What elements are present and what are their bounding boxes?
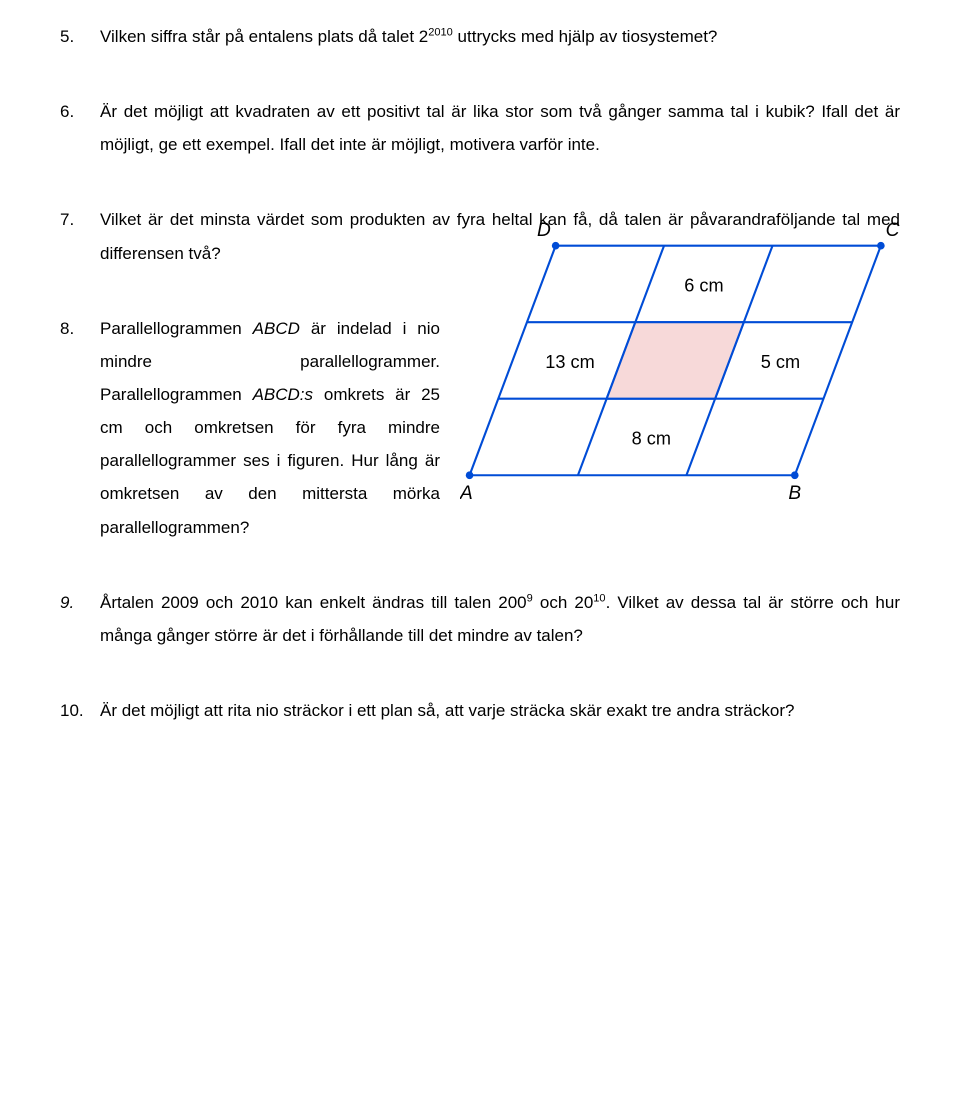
vertex-a: A — [460, 483, 473, 504]
problem-text: Årtalen 2009 och 2010 kan enkelt ändras … — [100, 586, 900, 652]
text-part: Årtalen 2009 och 2010 kan enkelt ändras … — [100, 593, 527, 612]
problem-number: 7. — [60, 203, 100, 269]
dim-8cm: 8 cm — [632, 428, 671, 448]
vertex-d: D — [537, 220, 551, 241]
text-part: omkrets är 25 cm och omkretsen för fyra … — [100, 385, 440, 537]
text-part: Vilken siffra står på entalens plats då … — [100, 27, 428, 46]
dim-5cm: 5 cm — [761, 352, 800, 372]
problem-text: Parallellogrammen ABCD är indelad i nio … — [100, 312, 440, 544]
problem-number: 8. — [60, 312, 100, 544]
problem-6: 6. Är det möjligt att kvadraten av ett p… — [60, 95, 900, 161]
page-content: 5. Vilken siffra står på entalens plats … — [0, 0, 960, 809]
dim-6cm: 6 cm — [684, 275, 723, 295]
diagram-svg: D C A B 6 cm 13 cm 5 cm 8 cm — [460, 217, 900, 514]
exponent: 10 — [593, 592, 605, 604]
problem-number: 5. — [60, 20, 100, 53]
exponent: 2010 — [428, 26, 453, 38]
text-part: Parallellogrammen — [100, 319, 253, 338]
parallelogram-diagram: D C A B 6 cm 13 cm 5 cm 8 cm — [460, 217, 900, 525]
problem-text: Är det möjligt att rita nio sträckor i e… — [100, 694, 900, 727]
vertex-b: B — [788, 483, 801, 504]
problem-text: Är det möjligt att kvadraten av ett posi… — [100, 95, 900, 161]
problem-10: 10. Är det möjligt att rita nio sträckor… — [60, 694, 900, 727]
text-part: uttrycks med hjälp av tiosystemet? — [453, 27, 718, 46]
problem-8: 8. Parallellogrammen ABCD är indelad i n… — [60, 312, 900, 544]
label-abcd: ABCD — [253, 319, 300, 338]
problem-text: Vilken siffra står på entalens plats då … — [100, 20, 900, 53]
dim-13cm: 13 cm — [545, 352, 594, 372]
problem-5: 5. Vilken siffra står på entalens plats … — [60, 20, 900, 53]
problem-number: 9. — [60, 586, 100, 652]
problem-number: 6. — [60, 95, 100, 161]
problem-9: 9. Årtalen 2009 och 2010 kan enkelt ändr… — [60, 586, 900, 652]
text-part: och 20 — [533, 593, 593, 612]
label-abcd: ABCD:s — [253, 385, 313, 404]
problem-body: Parallellogrammen ABCD är indelad i nio … — [100, 312, 900, 544]
vertex-c: C — [886, 220, 900, 241]
problem-number: 10. — [60, 694, 100, 727]
